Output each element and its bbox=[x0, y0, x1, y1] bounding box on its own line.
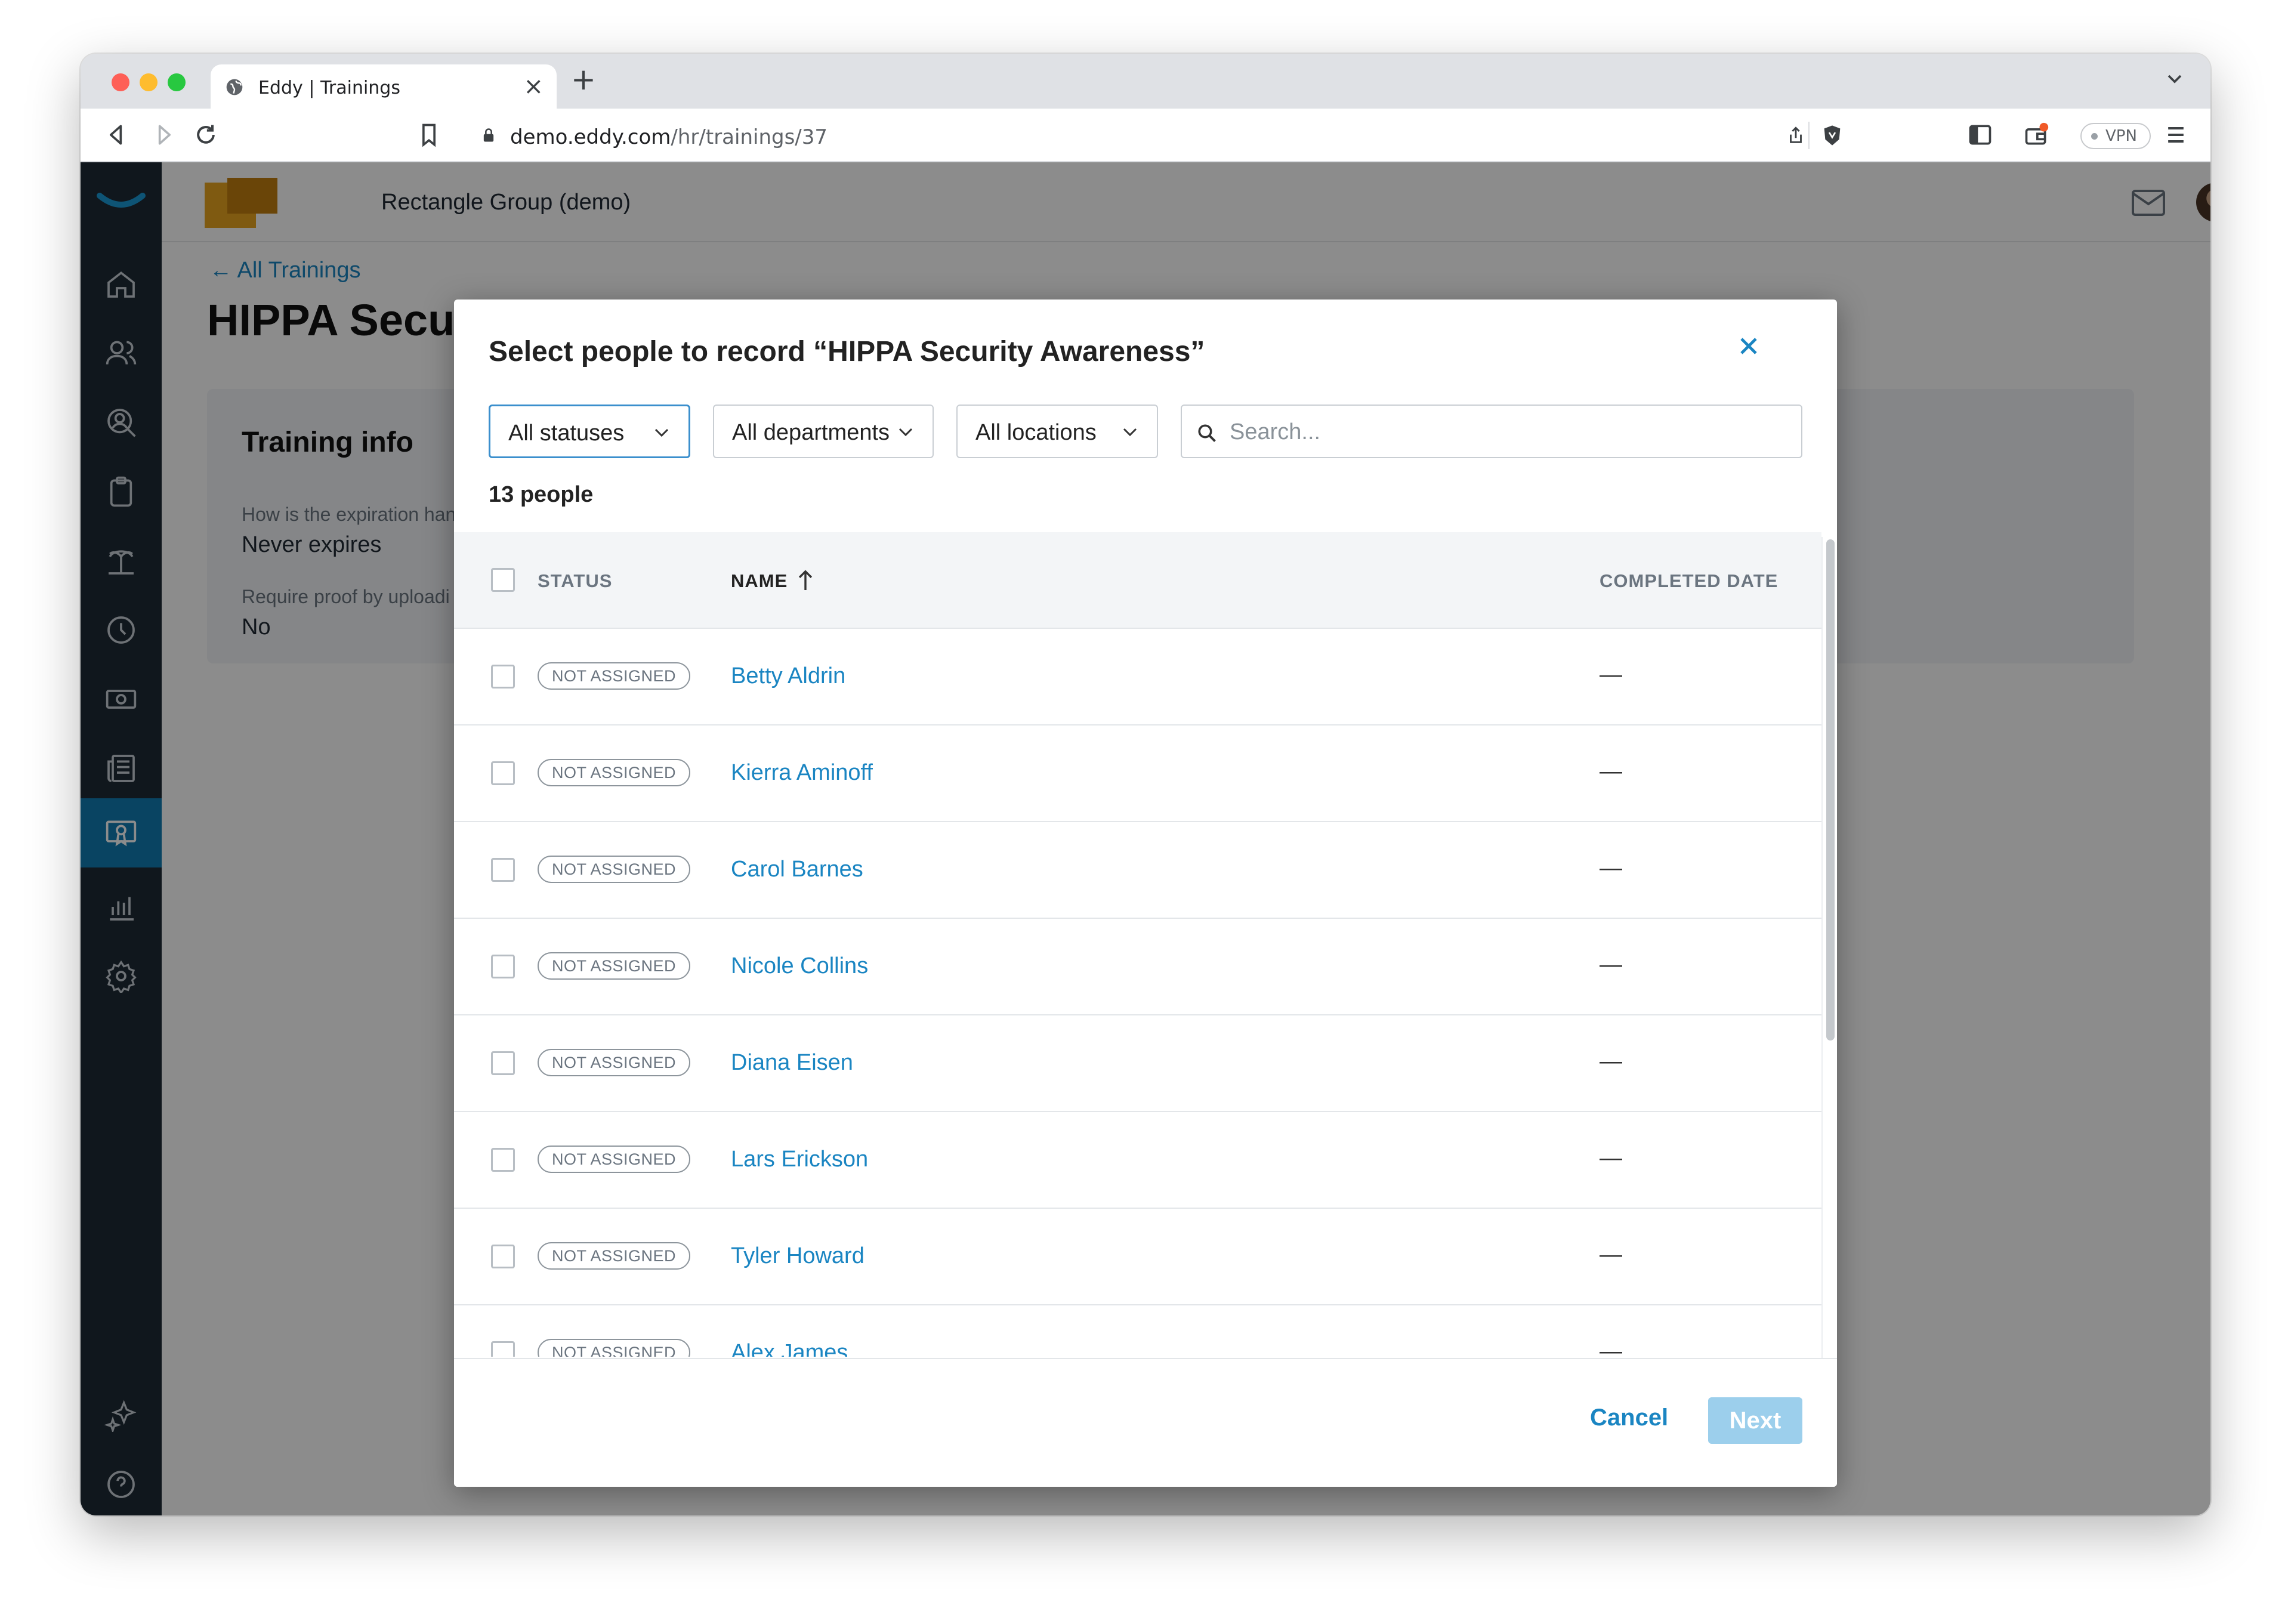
location-filter-select[interactable]: All locations bbox=[956, 405, 1158, 458]
location-filter-label: All locations bbox=[975, 420, 1097, 445]
sort-ascending-icon[interactable] bbox=[795, 568, 816, 592]
table-scrollbar-thumb[interactable] bbox=[1826, 539, 1835, 1041]
completed-date: — bbox=[1600, 952, 1622, 977]
address-bar[interactable]: demo.eddy.com/hr/trainings/37 bbox=[462, 116, 1841, 155]
people-table: STATUS NAME COMPLETED DATE NOT ASSIGNED … bbox=[454, 532, 1821, 1357]
table-header: STATUS NAME COMPLETED DATE bbox=[454, 532, 1821, 629]
reload-icon[interactable] bbox=[193, 122, 219, 148]
menu-icon[interactable] bbox=[2163, 122, 2189, 148]
search-input[interactable] bbox=[1230, 414, 1784, 450]
select-all-checkbox[interactable] bbox=[491, 568, 515, 592]
name-column-header[interactable]: NAME bbox=[731, 570, 788, 592]
next-button[interactable]: Next bbox=[1708, 1397, 1802, 1444]
wallet-icon[interactable] bbox=[2023, 122, 2049, 148]
row-checkbox[interactable] bbox=[491, 858, 515, 882]
new-tab-button[interactable]: + bbox=[571, 62, 596, 97]
completed-date: — bbox=[1600, 1242, 1622, 1267]
status-badge: NOT ASSIGNED bbox=[538, 759, 691, 786]
person-name-link[interactable]: Alex James bbox=[731, 1340, 848, 1357]
row-checkbox[interactable] bbox=[491, 1341, 515, 1357]
tab-list-chevron-icon[interactable] bbox=[2163, 67, 2187, 91]
modal-title: Select people to record “HIPPA Security … bbox=[489, 336, 1205, 368]
tab-close-icon[interactable]: × bbox=[523, 73, 544, 100]
status-badge: NOT ASSIGNED bbox=[538, 1339, 691, 1357]
completed-date: — bbox=[1600, 1146, 1622, 1171]
brave-shield-icon[interactable] bbox=[1820, 123, 1844, 148]
sidebar-toggle-icon[interactable] bbox=[1967, 122, 1993, 148]
person-name-link[interactable]: Betty Aldrin bbox=[731, 663, 845, 689]
close-window-button[interactable] bbox=[112, 73, 129, 91]
back-icon[interactable] bbox=[103, 122, 129, 148]
browser-tab[interactable]: Eddy | Trainings × bbox=[211, 64, 557, 109]
lock-icon bbox=[483, 128, 494, 142]
status-badge: NOT ASSIGNED bbox=[538, 1146, 691, 1173]
select-people-modal: Select people to record “HIPPA Security … bbox=[454, 300, 1837, 1487]
chevron-down-icon bbox=[899, 428, 913, 437]
modal-footer: Cancel Next bbox=[454, 1358, 1837, 1487]
status-filter-select[interactable]: All statuses bbox=[489, 405, 690, 458]
person-name-link[interactable]: Carol Barnes bbox=[731, 857, 863, 882]
table-row: NOT ASSIGNED Alex James — bbox=[454, 1305, 1821, 1357]
row-checkbox[interactable] bbox=[491, 955, 515, 978]
share-icon[interactable] bbox=[1786, 125, 1806, 146]
status-badge: NOT ASSIGNED bbox=[538, 1049, 691, 1076]
table-row: NOT ASSIGNED Nicole Collins — bbox=[454, 919, 1821, 1015]
app-container: Rectangle Group (demo) ← All Trainings H… bbox=[81, 162, 2210, 1515]
person-name-link[interactable]: Kierra Aminoff bbox=[731, 760, 873, 786]
globe-icon bbox=[226, 79, 243, 95]
maximize-window-button[interactable] bbox=[168, 73, 186, 91]
table-row: NOT ASSIGNED Betty Aldrin — bbox=[454, 629, 1821, 725]
person-name-link[interactable]: Lars Erickson bbox=[731, 1147, 868, 1172]
status-column-header[interactable]: STATUS bbox=[538, 570, 612, 592]
completed-date: — bbox=[1600, 662, 1622, 687]
person-name-link[interactable]: Diana Eisen bbox=[731, 1050, 853, 1076]
completed-date: — bbox=[1600, 759, 1622, 784]
row-checkbox[interactable] bbox=[491, 665, 515, 688]
table-row: NOT ASSIGNED Diana Eisen — bbox=[454, 1015, 1821, 1112]
person-name-link[interactable]: Nicole Collins bbox=[731, 953, 868, 979]
completed-date: — bbox=[1600, 1339, 1622, 1357]
browser-window: Eddy | Trainings × + demo.eddy.com/hr/tr bbox=[81, 54, 2210, 1515]
row-checkbox[interactable] bbox=[491, 761, 515, 785]
status-badge: NOT ASSIGNED bbox=[538, 1242, 691, 1270]
table-row: NOT ASSIGNED Tyler Howard — bbox=[454, 1209, 1821, 1305]
cancel-button[interactable]: Cancel bbox=[1584, 1397, 1674, 1438]
status-filter-label: All statuses bbox=[508, 421, 625, 446]
url-text: demo.eddy.com/hr/trainings/37 bbox=[510, 125, 828, 149]
toolbar-divider bbox=[1808, 122, 1810, 149]
completed-date: — bbox=[1600, 1049, 1622, 1074]
department-filter-label: All departments bbox=[732, 420, 890, 445]
search-box bbox=[1181, 405, 1802, 458]
row-checkbox[interactable] bbox=[491, 1245, 515, 1268]
forward-icon[interactable] bbox=[151, 122, 177, 148]
row-checkbox[interactable] bbox=[491, 1148, 515, 1172]
people-count: 13 people bbox=[489, 482, 594, 507]
bookmark-icon[interactable] bbox=[416, 122, 442, 148]
department-filter-select[interactable]: All departments bbox=[713, 405, 934, 458]
status-badge: NOT ASSIGNED bbox=[538, 662, 691, 690]
tab-title: Eddy | Trainings bbox=[258, 78, 400, 98]
minimize-window-button[interactable] bbox=[140, 73, 158, 91]
search-icon bbox=[1198, 424, 1216, 442]
table-row: NOT ASSIGNED Carol Barnes — bbox=[454, 822, 1821, 919]
browser-toolbar: demo.eddy.com/hr/trainings/37 VPN bbox=[81, 109, 2210, 162]
table-row: NOT ASSIGNED Lars Erickson — bbox=[454, 1112, 1821, 1209]
status-badge: NOT ASSIGNED bbox=[538, 856, 691, 883]
tab-strip: Eddy | Trainings × + bbox=[81, 54, 2210, 109]
completed-date-column-header[interactable]: COMPLETED DATE bbox=[1600, 570, 1778, 592]
chevron-down-icon bbox=[1123, 428, 1137, 437]
person-name-link[interactable]: Tyler Howard bbox=[731, 1243, 864, 1269]
status-badge: NOT ASSIGNED bbox=[538, 952, 691, 980]
close-icon[interactable] bbox=[1734, 332, 1763, 360]
completed-date: — bbox=[1600, 856, 1622, 881]
chevron-down-icon bbox=[654, 428, 669, 437]
table-row: NOT ASSIGNED Kierra Aminoff — bbox=[454, 725, 1821, 822]
vpn-button[interactable]: VPN bbox=[2080, 123, 2151, 149]
row-checkbox[interactable] bbox=[491, 1051, 515, 1075]
